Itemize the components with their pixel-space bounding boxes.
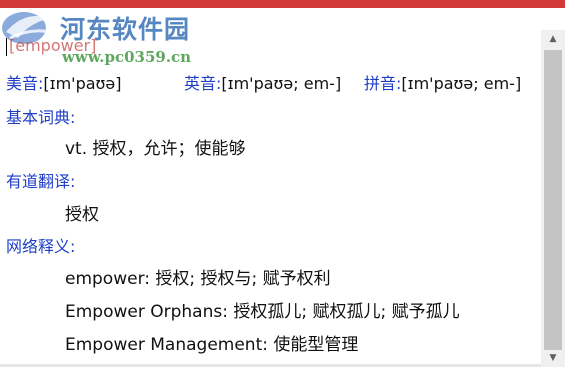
section-title-youdao: 有道翻译: [6,172,76,191]
section-title-basic: 基本词典: [6,108,76,127]
scrollbar-thumb[interactable] [544,50,562,350]
pinyin-label: 拼音: [364,74,402,93]
scroll-down-arrow-icon[interactable]: ▼ [541,349,565,367]
web-definition-item: Empower Orphans: 授权孤儿; 赋权孤儿; 赋予孤儿 [65,302,460,322]
youdao-translation: 授权 [65,205,99,225]
section-title-web: 网络释义: [6,237,76,256]
uk-phonetic-label: 英音: [184,74,222,93]
us-phonetic-label: 美音: [6,74,44,93]
text-caret [6,38,7,56]
scroll-up-arrow-icon[interactable]: ▲ [541,30,565,48]
uk-phonetic: 英音:[ɪm'paʊə; em-] [184,70,341,94]
basic-definition: vt. 授权，允许；使能够 [65,139,246,159]
window-top-bar [0,0,565,8]
us-phonetic-value: [ɪm'paʊə] [43,74,122,93]
entry-word: [empower] [9,36,97,55]
web-definition-item: Empower Management: 使能型管理 [65,335,359,355]
us-phonetic: 美音:[ɪm'paʊə] [6,70,122,94]
vertical-scrollbar[interactable]: ▲ ▼ [541,30,565,367]
uk-phonetic-value: [ɪm'paʊə; em-] [221,74,342,93]
web-definition-item: empower: 授权; 授权与; 赋予权利 [65,269,331,289]
dictionary-result-pane[interactable]: [empower] 美音:[ɪm'paʊə] 英音:[ɪm'paʊə; em-]… [0,30,540,367]
pinyin-value: [ɪm'paʊə; em-] [401,74,522,93]
pinyin-phonetic: 拼音:[ɪm'paʊə; em-] [364,70,521,94]
